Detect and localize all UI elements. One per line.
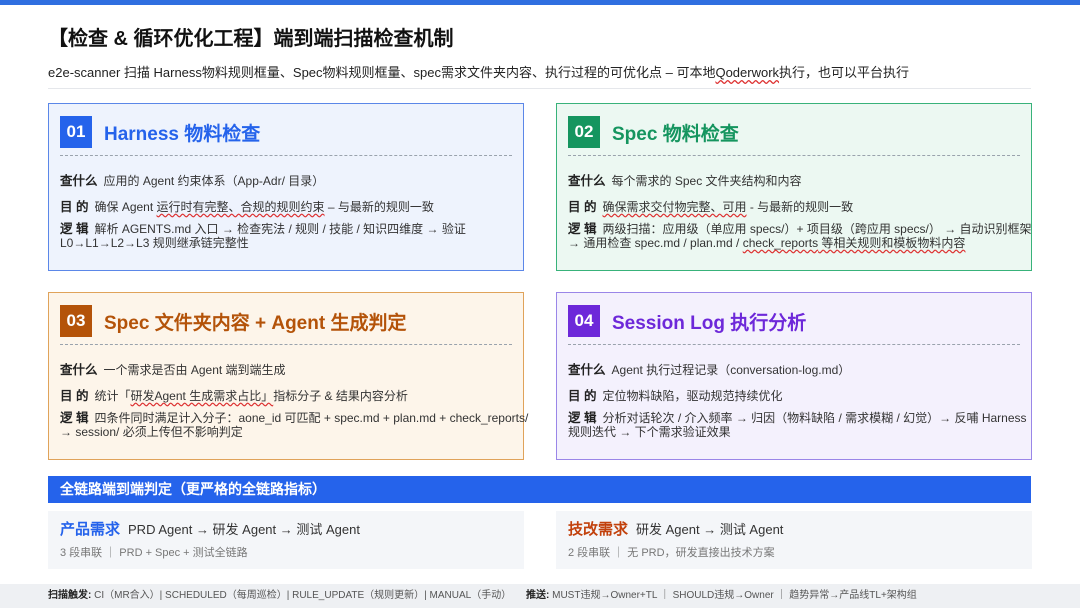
footer-trigger: 扫描触发: CI（MR合入）| SCHEDULED（每周巡检）| RULE_UP… — [48, 584, 511, 608]
goal-label: 目 的 — [568, 389, 597, 403]
what-text: 一个需求是否由 Agent 端到端生成 — [103, 363, 286, 377]
goal-text: 统计「 — [94, 389, 131, 403]
divider — [48, 88, 1031, 89]
goal-text-end: 指标分子 & 结果内容分析 — [273, 389, 408, 403]
panel-name: 产品需求 — [60, 521, 121, 538]
panel-sub: 2 段串联 ｜ 无 PRD，研发直接出技术方案 — [568, 547, 775, 559]
push-label: 推送: — [526, 590, 550, 601]
card-what: 查什么 应用的 Agent 约束体系（App-Adr/ 目录） — [60, 170, 324, 189]
card-title: Spec 物料检查 — [612, 123, 739, 145]
card-header: 04 Session Log 执行分析 — [568, 305, 806, 337]
card-header: 02 Spec 物料检查 — [568, 116, 739, 148]
panel-title-row: 产品需求 PRD Agent → 研发 Agent → 测试 Agent — [60, 518, 360, 539]
goal-text-end: – 与最新的规则一致 — [324, 200, 434, 214]
logic-wavy-text: check_reports — [742, 236, 819, 250]
logic-cont-text-end: 等相关规则和模板物料内容 — [818, 236, 966, 250]
card-title: Session Log 执行分析 — [612, 312, 807, 334]
card-logic-cont: → session/ 必须上传但不影响判定 — [60, 425, 243, 439]
logic-cont-text: → 通用检查 spec.md / plan.md / — [568, 236, 743, 250]
card-number: 03 — [60, 305, 92, 337]
card-number: 02 — [568, 116, 600, 148]
goal-wavy-text: 运行时有完整、合规的规则约束 — [156, 200, 325, 214]
card-what: 查什么 每个需求的 Spec 文件夹结构和内容 — [568, 170, 802, 189]
card-divider — [60, 344, 512, 345]
what-label: 查什么 — [568, 363, 606, 377]
card-goal: 目 的确保 Agent 运行时有完整、合规的规则约束 – 与最新的规则一致 — [60, 196, 434, 215]
panel-name: 技改需求 — [568, 521, 629, 538]
goal-text: 确保 Agent — [94, 200, 157, 214]
goal-label: 目 的 — [60, 200, 89, 214]
card-harness: 01 Harness 物料检查 查什么 应用的 Agent 约束体系（App-Ad… — [48, 103, 524, 271]
top-accent-bar — [0, 0, 1080, 5]
panel-flow: 研发 Agent → 测试 Agent — [636, 522, 784, 537]
panel-sub: 3 段串联 ｜ PRD + Spec + 测试全链路 — [60, 547, 248, 559]
panel-title-row: 技改需求 研发 Agent → 测试 Agent — [568, 518, 783, 539]
card-what: 查什么 一个需求是否由 Agent 端到端生成 — [60, 359, 286, 378]
goal-label: 目 的 — [60, 389, 89, 403]
footer-push: 推送: MUST违规→Owner+TL ｜ SHOULD违规→Owner ｜ 趋… — [526, 584, 917, 608]
goal-text: 定位物料缺陷，驱动规范持续优化 — [602, 389, 783, 403]
what-text: 应用的 Agent 约束体系（App-Adr/ 目录） — [103, 174, 325, 188]
push-text: MUST违规→Owner+TL ｜ SHOULD违规→Owner ｜ 趋势异常→… — [552, 590, 917, 601]
goal-text-end: - 与最新的规则一致 — [746, 200, 854, 214]
card-number: 01 — [60, 116, 92, 148]
page-subtitle: e2e-scanner 扫描 Harness物料规则框量、Spec物料规则框量、… — [48, 62, 909, 81]
panel-tech-requirement: 技改需求 研发 Agent → 测试 Agent 2 段串联 ｜ 无 PRD，研发… — [556, 511, 1032, 569]
card-session-log: 04 Session Log 执行分析 查什么 Agent 执行过程记录（conv… — [556, 292, 1032, 460]
card-logic-cont: → 通用检查 spec.md / plan.md / check_reports… — [568, 234, 965, 251]
card-spec: 02 Spec 物料检查 查什么 每个需求的 Spec 文件夹结构和内容 目 的确… — [556, 103, 1032, 271]
what-label: 查什么 — [60, 174, 98, 188]
card-title: Harness 物料检查 — [104, 123, 261, 145]
what-label: 查什么 — [60, 363, 98, 377]
card-divider — [60, 155, 512, 156]
panel-product-requirement: 产品需求 PRD Agent → 研发 Agent → 测试 Agent 3 段串… — [48, 511, 524, 569]
trigger-label: 扫描触发: — [48, 590, 92, 601]
what-label: 查什么 — [568, 174, 606, 188]
card-header: 01 Harness 物料检查 — [60, 116, 260, 148]
card-goal: 目 的确保需求交付物完整、可用 - 与最新的规则一致 — [568, 196, 853, 215]
what-text: Agent 执行过程记录（conversation-log.md） — [611, 363, 851, 377]
card-spec-agent: 03 Spec 文件夹内容 + Agent 生成判定 查什么 一个需求是否由 Ag… — [48, 292, 528, 460]
goal-wavy-text: 研发Agent 生成需求占比」 — [130, 389, 274, 403]
goal-wavy-text: 确保需求交付物完整、可用 — [602, 200, 747, 214]
what-text: 每个需求的 Spec 文件夹结构和内容 — [611, 174, 802, 188]
subtitle-text: e2e-scanner 扫描 Harness物料规则框量、Spec物料规则框量、… — [48, 65, 716, 80]
panel-flow: PRD Agent → 研发 Agent → 测试 Agent — [128, 522, 360, 537]
subtitle-wavy-text: Qoderwork — [715, 65, 780, 80]
card-number: 04 — [568, 305, 600, 337]
card-logic-cont: L0→L1→L2→L3 规则继承链完整性 — [60, 236, 249, 250]
footer-bar: 扫描触发: CI（MR合入）| SCHEDULED（每周巡检）| RULE_UP… — [0, 584, 1080, 608]
card-divider — [568, 155, 1020, 156]
trigger-text: CI（MR合入）| SCHEDULED（每周巡检）| RULE_UPDATE（规… — [94, 590, 512, 601]
subtitle-text-end: 执行，也可以平台执行 — [779, 65, 910, 80]
card-logic-cont: 规则迭代 → 下个需求验证效果 — [568, 425, 731, 439]
card-header: 03 Spec 文件夹内容 + Agent 生成判定 — [60, 305, 406, 337]
card-divider — [568, 344, 1020, 345]
card-what: 查什么 Agent 执行过程记录（conversation-log.md） — [568, 359, 850, 378]
chain-title-bar: 全链路端到端判定（更严格的全链路指标） — [48, 476, 1031, 503]
goal-label: 目 的 — [568, 200, 597, 214]
card-title: Spec 文件夹内容 + Agent 生成判定 — [104, 312, 407, 334]
page-title: 【检查 & 循环优化工程】端到端扫描检查机制 — [48, 28, 454, 50]
card-goal: 目 的统计「研发Agent 生成需求占比」指标分子 & 结果内容分析 — [60, 385, 408, 404]
card-goal: 目 的定位物料缺陷，驱动规范持续优化 — [568, 385, 783, 404]
